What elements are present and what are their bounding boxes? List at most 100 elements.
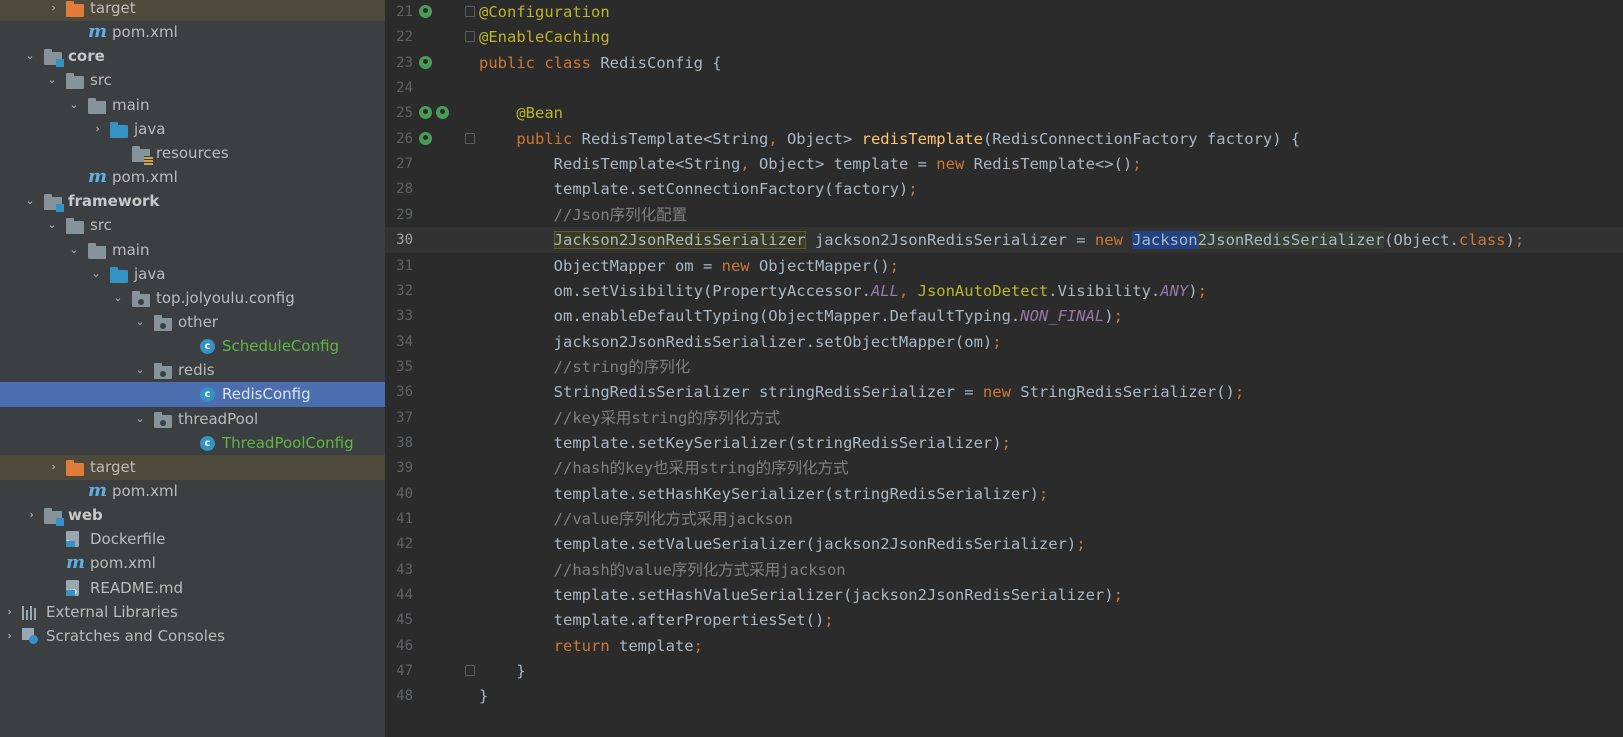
line-number: 48 (396, 688, 413, 705)
line-number: 32 (396, 282, 413, 299)
tree-item[interactable]: ⌄ target (0, 454, 385, 480)
fold-marker-icon[interactable] (465, 132, 475, 144)
tree-item[interactable]: c ScheduleConfig (0, 334, 385, 359)
chevron-down-icon[interactable]: ⌄ (132, 313, 148, 331)
chevron-down-icon[interactable]: ⌄ (44, 71, 60, 89)
code-text: //hash的key也采用string的序列化方式 (553, 459, 849, 478)
scratches-icon (22, 627, 38, 644)
fold-marker-icon[interactable] (465, 6, 475, 17)
tree-item[interactable]: ⌄ External Libraries (0, 600, 385, 625)
code-line[interactable]: 46 return template; (385, 633, 1623, 659)
code-line[interactable]: 40 template.setHashKeySerializer(stringR… (385, 481, 1623, 507)
project-tree-panel[interactable]: ⌄ target m pom.xml ⌄ core ⌄ src ⌄ main ⌄ java resour… (0, 0, 385, 737)
tree-item[interactable]: ⌄ src (0, 213, 385, 238)
package-icon (132, 290, 150, 307)
fold-marker-icon[interactable] (465, 31, 475, 43)
code-line[interactable]: 36 StringRedisSerializer stringRedisSeri… (385, 379, 1623, 405)
tree-item-label: pom.xml (112, 23, 178, 42)
code-line[interactable]: 28 template.setConnectionFactory(factory… (385, 176, 1623, 202)
tree-item[interactable]: m pom.xml (0, 479, 385, 504)
code-line[interactable]: 27 RedisTemplate<String, Object> templat… (385, 151, 1623, 177)
code-line[interactable]: 38 template.setKeySerializer(stringRedis… (385, 430, 1623, 456)
chevron-right-icon[interactable]: ⌄ (21, 507, 39, 523)
tree-item[interactable]: ⌄ main (0, 238, 385, 263)
code-line[interactable]: 25 @Bean (385, 100, 1623, 126)
chevron-down-icon[interactable]: ⌄ (22, 47, 38, 65)
chevron-down-icon[interactable]: ⌄ (132, 410, 148, 428)
chevron-right-icon[interactable]: ⌄ (87, 121, 105, 137)
code-line[interactable]: 26 public RedisTemplate<String, Object> … (385, 126, 1623, 152)
code-text: om.enableDefaultTyping(ObjectMapper.Defa… (479, 307, 1123, 326)
tree-item[interactable]: MD README.md (0, 576, 385, 601)
tree-item[interactable]: ⌄ core (0, 44, 385, 69)
code-text: ObjectMapper om = new ObjectMapper(); (479, 256, 899, 275)
chevron-down-icon[interactable]: ⌄ (66, 241, 82, 259)
tree-item[interactable]: ⌄ Scratches and Consoles (0, 624, 385, 649)
tree-item[interactable]: m pom.xml (0, 551, 385, 576)
code-line[interactable]: 29 //Json序列化配置 (385, 202, 1623, 228)
tree-item[interactable]: resources (0, 141, 385, 166)
code-line[interactable]: 45 template.afterPropertiesSet(); (385, 607, 1623, 633)
code-line[interactable]: 41 //value序列化方式采用jackson (385, 506, 1623, 532)
chevron-down-icon[interactable]: ⌄ (132, 361, 148, 379)
tree-item[interactable]: ⌄ threadPool (0, 407, 385, 432)
tree-item-label: RedisConfig (222, 385, 311, 404)
tree-item[interactable]: ⌄ top.jolyoulu.config (0, 286, 385, 311)
tree-item[interactable]: ⌄ main (0, 93, 385, 118)
code-line[interactable]: 44 template.setHashValueSerializer(jacks… (385, 582, 1623, 608)
tree-item-label: top.jolyoulu.config (156, 288, 295, 307)
chevron-down-icon[interactable]: ⌄ (22, 192, 38, 210)
line-number: 44 (396, 587, 413, 604)
chevron-right-icon[interactable]: ⌄ (43, 0, 61, 16)
code-line[interactable]: 35 //string的序列化 (385, 354, 1623, 380)
code-line[interactable]: 23 public class RedisConfig { (385, 50, 1623, 76)
bean-icon[interactable] (419, 5, 432, 18)
code-line[interactable]: 42 template.setValueSerializer(jackson2J… (385, 531, 1623, 557)
tree-item[interactable]: D Dockerfile (0, 527, 385, 552)
tree-item[interactable]: ⌄ other (0, 310, 385, 335)
code-line[interactable]: 31 ObjectMapper om = new ObjectMapper(); (385, 253, 1623, 279)
tree-item[interactable]: c ThreadPoolConfig (0, 431, 385, 456)
tree-item[interactable]: ⌄ redis (0, 358, 385, 383)
chevron-right-icon[interactable]: ⌄ (43, 459, 61, 475)
code-line[interactable]: 22 @EnableCaching (385, 24, 1623, 50)
chevron-down-icon[interactable]: ⌄ (88, 265, 104, 283)
run-gutter-icon[interactable] (419, 106, 432, 120)
code-line[interactable]: 30 Jackson2JsonRedisSerializer jackson2J… (385, 227, 1623, 254)
tree-item[interactable]: ⌄ framework (0, 189, 385, 214)
bean-icon[interactable] (436, 106, 449, 120)
code-line[interactable]: 24 (385, 75, 1623, 101)
code-line[interactable]: 21 @Configuration (385, 0, 1623, 25)
dockerfile-icon: D (66, 531, 79, 548)
tree-item-label: java (134, 119, 166, 138)
code-line[interactable]: 43 //hash的value序列化方式采用jackson (385, 557, 1623, 583)
chevron-right-icon[interactable]: ⌄ (0, 604, 17, 620)
implements-icon[interactable] (419, 131, 432, 145)
line-number: 46 (396, 637, 413, 654)
code-line[interactable]: 32 om.setVisibility(PropertyAccessor.ALL… (385, 278, 1623, 304)
tree-item-label: framework (68, 192, 160, 211)
code-text: Jackson2JsonRedisSerializer jackson2Json… (553, 231, 1525, 250)
tree-item[interactable]: ⌄ java (0, 117, 385, 142)
folder-icon-orange (66, 1, 84, 17)
chevron-right-icon[interactable]: ⌄ (0, 628, 17, 644)
tree-item[interactable]: m pom.xml (0, 165, 385, 190)
tree-item[interactable]: ⌄ src (0, 68, 385, 93)
tree-item[interactable]: ⌄ java (0, 262, 385, 287)
chevron-down-icon[interactable]: ⌄ (44, 216, 60, 234)
tree-item[interactable]: m pom.xml (0, 20, 385, 45)
code-line[interactable]: 34 jackson2JsonRedisSerializer.setObject… (385, 329, 1623, 355)
config-icon[interactable] (419, 55, 432, 69)
tree-item[interactable]: ⌄ target (0, 0, 385, 21)
tree-item[interactable]: ⌄ web (0, 503, 385, 528)
code-line[interactable]: 33 om.enableDefaultTyping(ObjectMapper.D… (385, 303, 1623, 329)
fold-marker-icon[interactable] (465, 665, 475, 677)
code-line[interactable]: 37 //key采用string的序列化方式 (385, 405, 1623, 431)
chevron-down-icon[interactable]: ⌄ (110, 289, 126, 307)
code-line[interactable]: 39 //hash的key也采用string的序列化方式 (385, 455, 1623, 481)
code-editor[interactable]: 21 @Configuration 22 @EnableCaching 23 public… (385, 0, 1623, 737)
code-line[interactable]: 48} (385, 683, 1623, 709)
code-line[interactable]: 47 } (385, 658, 1623, 684)
tree-item[interactable]: c RedisConfig (0, 382, 385, 408)
chevron-down-icon[interactable]: ⌄ (66, 96, 82, 114)
